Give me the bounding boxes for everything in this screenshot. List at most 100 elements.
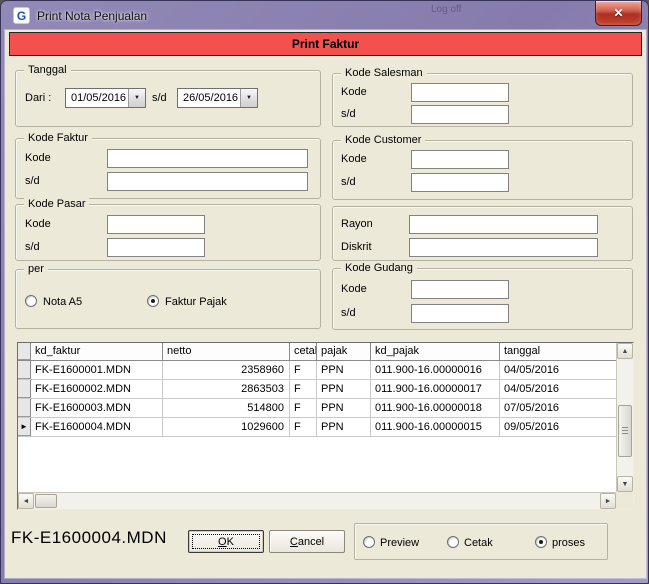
customer-kode-label: Kode	[341, 153, 367, 165]
salesman-kode-input[interactable]	[411, 83, 509, 102]
radio-nota-a5-label[interactable]: Nota A5	[43, 296, 82, 308]
radio-proses-label[interactable]: proses	[552, 537, 585, 549]
faktur-grid: kd_faktur netto cetak pajak kd_pajak tan…	[18, 343, 616, 492]
cell-kd-pajak: 011.900-16.00000015	[371, 418, 500, 436]
gudang-sd-input[interactable]	[411, 304, 509, 323]
pasar-kode-input[interactable]	[107, 215, 205, 234]
cell-kd-pajak: 011.900-16.00000018	[371, 399, 500, 417]
print-faktur-banner: Print Faktur	[9, 32, 642, 56]
gudang-kode-input[interactable]	[411, 280, 509, 299]
gudang-sd-label: s/d	[341, 307, 356, 319]
chevron-down-icon: ▼	[246, 95, 252, 101]
row-selector[interactable]	[18, 380, 31, 398]
vertical-scrollbar-thumb[interactable]	[618, 405, 632, 457]
cell-kd-pajak: 011.900-16.00000017	[371, 380, 500, 398]
cell-netto: 2863503	[163, 380, 290, 398]
salesman-kode-label: Kode	[341, 86, 367, 98]
faktur-kode-label: Kode	[25, 152, 51, 164]
group-per-caption: per	[24, 262, 48, 276]
pasar-sd-label: s/d	[25, 241, 40, 253]
col-header-kd-faktur[interactable]: kd_faktur	[31, 343, 163, 360]
radio-preview-label[interactable]: Preview	[380, 537, 419, 549]
salesman-sd-input[interactable]	[411, 105, 509, 124]
cell-tanggal: 04/05/2016	[500, 380, 616, 398]
print-nota-penjualan-window: G Print Nota Penjualan Log off ✕ Print F…	[0, 0, 649, 584]
scroll-down-button[interactable]: ▼	[617, 476, 633, 492]
col-header-kd-pajak[interactable]: kd_pajak	[371, 343, 500, 360]
gudang-kode-label: Kode	[341, 283, 367, 295]
table-row-current[interactable]: ► FK-E1600004.MDN 1029600 F PPN 011.900-…	[18, 418, 616, 437]
group-kode-customer-caption: Kode Customer	[341, 133, 425, 147]
faktur-kode-input[interactable]	[107, 149, 308, 168]
cell-tanggal: 09/05/2016	[500, 418, 616, 436]
banner-title: Print Faktur	[292, 37, 359, 51]
faktur-sd-input[interactable]	[107, 172, 308, 191]
row-selector[interactable]	[18, 361, 31, 379]
table-row[interactable]: FK-E1600001.MDN 2358960 F PPN 011.900-16…	[18, 361, 616, 380]
radio-nota-a5[interactable]	[25, 295, 37, 307]
table-header-row: kd_faktur netto cetak pajak kd_pajak tan…	[18, 343, 616, 361]
title-bar[interactable]: G Print Nota Penjualan Log off ✕	[1, 1, 648, 30]
cell-pajak: PPN	[317, 418, 371, 436]
close-button[interactable]: ✕	[595, 1, 642, 26]
cell-pajak: PPN	[317, 361, 371, 379]
table-row[interactable]: FK-E1600003.MDN 514800 F PPN 011.900-16.…	[18, 399, 616, 418]
pasar-sd-input[interactable]	[107, 238, 205, 257]
customer-sd-input[interactable]	[411, 173, 509, 192]
radio-faktur-pajak[interactable]	[147, 295, 159, 307]
diskrit-input[interactable]	[409, 238, 598, 257]
radio-faktur-pajak-label[interactable]: Faktur Pajak	[165, 296, 227, 308]
customer-kode-input[interactable]	[411, 150, 509, 169]
scroll-up-button[interactable]: ▲	[617, 343, 633, 359]
table-row[interactable]: FK-E1600002.MDN 2863503 F PPN 011.900-16…	[18, 380, 616, 399]
group-kode-salesman-caption: Kode Salesman	[341, 66, 427, 80]
cancel-button[interactable]: Cancel	[269, 530, 345, 553]
horizontal-scrollbar[interactable]: ◄ ►	[18, 492, 616, 509]
pasar-kode-label: Kode	[25, 218, 51, 230]
group-kode-faktur-caption: Kode Faktur	[24, 131, 92, 145]
radio-cetak[interactable]	[447, 536, 459, 548]
scroll-left-button[interactable]: ◄	[18, 493, 34, 509]
radio-preview[interactable]	[363, 536, 375, 548]
tanggal-sd-label: s/d	[152, 92, 167, 104]
app-icon-letter: G	[17, 9, 26, 23]
app-icon: G	[13, 7, 30, 24]
selected-faktur-label: FK-E1600004.MDN	[11, 528, 167, 548]
cell-cetak: F	[290, 399, 317, 417]
cell-pajak: PPN	[317, 380, 371, 398]
ok-button-focus-rect	[192, 534, 260, 549]
scroll-up-icon: ▲	[622, 348, 629, 355]
radio-proses[interactable]	[535, 536, 547, 548]
salesman-sd-label: s/d	[341, 108, 356, 120]
vertical-scrollbar[interactable]: ▲ ▼	[616, 343, 633, 492]
rayon-label: Rayon	[341, 218, 373, 230]
date-from-dropdown[interactable]: 01/05/2016 ▼	[65, 88, 146, 108]
rayon-input[interactable]	[409, 215, 598, 234]
cancel-button-label: ancel	[298, 536, 324, 548]
date-to-dropdown-button[interactable]: ▼	[240, 89, 257, 107]
col-header-tanggal[interactable]: tanggal	[500, 343, 616, 360]
group-kode-pasar-caption: Kode Pasar	[24, 197, 89, 211]
scroll-right-button[interactable]: ►	[600, 493, 616, 509]
cell-netto: 2358960	[163, 361, 290, 379]
cell-kd-faktur: FK-E1600001.MDN	[31, 361, 163, 379]
cell-kd-faktur: FK-E1600004.MDN	[31, 418, 163, 436]
group-tanggal-caption: Tanggal	[24, 63, 71, 77]
scroll-right-icon: ►	[605, 498, 612, 505]
row-selector[interactable]	[18, 399, 31, 417]
cell-cetak: F	[290, 361, 317, 379]
col-header-netto[interactable]: netto	[163, 343, 290, 360]
ok-button[interactable]: OK	[188, 530, 264, 553]
col-header-pajak[interactable]: pajak	[317, 343, 371, 360]
group-tanggal: Tanggal	[15, 70, 321, 127]
radio-cetak-label[interactable]: Cetak	[464, 537, 493, 549]
date-to-dropdown[interactable]: 26/05/2016 ▼	[177, 88, 258, 108]
current-row-pointer-icon[interactable]: ►	[18, 418, 31, 436]
date-from-dropdown-button[interactable]: ▼	[128, 89, 145, 107]
col-header-cetak[interactable]: cetak	[290, 343, 317, 360]
cell-kd-pajak: 011.900-16.00000016	[371, 361, 500, 379]
cell-tanggal: 07/05/2016	[500, 399, 616, 417]
window-title: Print Nota Penjualan	[37, 9, 147, 23]
horizontal-scrollbar-thumb[interactable]	[35, 494, 57, 508]
faktur-table: kd_faktur netto cetak pajak kd_pajak tan…	[17, 342, 634, 510]
